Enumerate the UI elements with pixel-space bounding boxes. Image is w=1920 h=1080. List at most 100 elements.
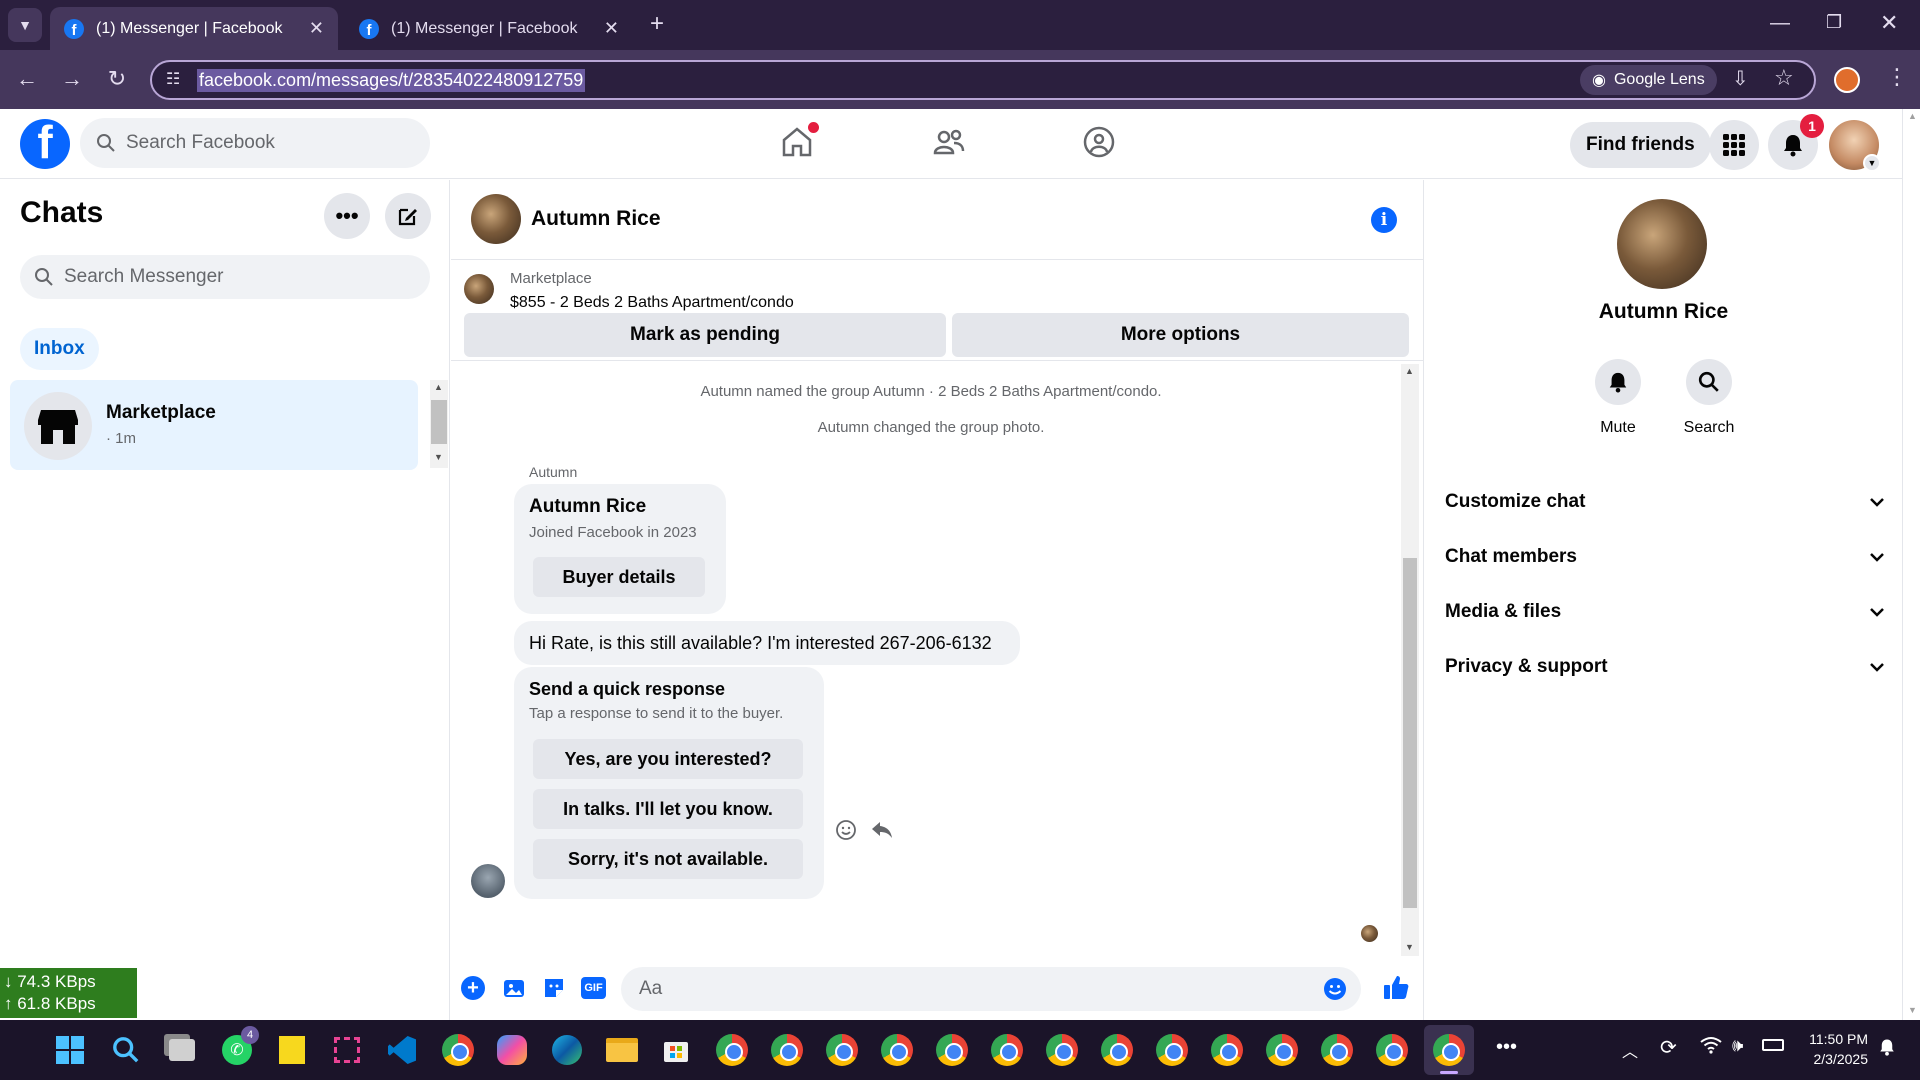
reply-icon[interactable] bbox=[871, 820, 893, 840]
profile-icon[interactable] bbox=[1834, 67, 1860, 93]
sticky-notes-icon[interactable] bbox=[274, 1032, 310, 1068]
conversation-info-button[interactable]: i bbox=[1371, 207, 1397, 233]
thumbs-up-icon[interactable] bbox=[1382, 973, 1410, 1001]
search-action[interactable]: Search bbox=[1679, 359, 1739, 437]
chrome-profile-icon[interactable] bbox=[769, 1032, 805, 1068]
chat-members-section[interactable]: Chat members bbox=[1445, 535, 1885, 579]
chrome-profile-icon[interactable] bbox=[824, 1032, 860, 1068]
contact-profile-name[interactable]: Autumn Rice bbox=[1425, 300, 1902, 324]
facebook-logo[interactable]: f bbox=[20, 119, 70, 169]
new-message-button[interactable] bbox=[385, 193, 431, 239]
privacy-support-section[interactable]: Privacy & support bbox=[1445, 645, 1885, 689]
mute-action[interactable]: Mute bbox=[1590, 359, 1646, 437]
close-tab-icon[interactable]: ✕ bbox=[309, 18, 324, 39]
snipping-tool-icon[interactable] bbox=[329, 1032, 365, 1068]
facebook-search-input[interactable]: Search Facebook bbox=[80, 118, 430, 168]
file-explorer-icon[interactable] bbox=[604, 1032, 640, 1068]
contact-name[interactable]: Autumn Rice bbox=[531, 207, 661, 231]
chrome-profile-icon[interactable] bbox=[989, 1032, 1025, 1068]
page-scrollbar[interactable]: ▲ ▼ bbox=[1902, 109, 1920, 1020]
customize-chat-section[interactable]: Customize chat bbox=[1445, 480, 1885, 524]
url-text[interactable]: facebook.com/messages/t/2835402248091275… bbox=[197, 69, 586, 92]
inbox-filter-tab[interactable]: Inbox bbox=[20, 328, 99, 370]
clock[interactable]: 11:50 PM 2/3/2025 bbox=[1800, 1029, 1868, 1069]
find-friends-button[interactable]: Find friends bbox=[1570, 122, 1711, 168]
groups-nav-icon[interactable] bbox=[1082, 125, 1116, 159]
volume-icon[interactable]: 🕪 bbox=[1732, 1035, 1743, 1056]
media-files-section[interactable]: Media & files bbox=[1445, 590, 1885, 634]
contact-profile-photo[interactable] bbox=[1617, 199, 1707, 289]
task-view-icon[interactable] bbox=[164, 1032, 200, 1068]
buyer-details-button[interactable]: Buyer details bbox=[533, 557, 705, 597]
quick-response-yes-button[interactable]: Yes, are you interested? bbox=[533, 739, 803, 779]
chrome-profile-icon[interactable] bbox=[1044, 1032, 1080, 1068]
chrome-profile-icon[interactable] bbox=[934, 1032, 970, 1068]
install-app-icon[interactable]: ⇩ bbox=[1732, 66, 1749, 91]
quick-response-not-available-button[interactable]: Sorry, it's not available. bbox=[533, 839, 803, 879]
chrome-profile-icon[interactable] bbox=[714, 1032, 750, 1068]
home-nav-icon[interactable] bbox=[780, 122, 819, 159]
mark-as-pending-button[interactable]: Mark as pending bbox=[464, 313, 946, 357]
chrome-profile-icon[interactable] bbox=[1319, 1032, 1355, 1068]
forward-icon[interactable]: → bbox=[57, 64, 87, 94]
chrome-profile-icon[interactable] bbox=[1264, 1032, 1300, 1068]
vscode-icon[interactable] bbox=[384, 1032, 420, 1068]
windows-start-icon[interactable] bbox=[52, 1032, 88, 1068]
chrome-profile-icon[interactable] bbox=[1154, 1032, 1190, 1068]
chrome-profile-icon[interactable] bbox=[1209, 1032, 1245, 1068]
copilot-icon[interactable] bbox=[494, 1032, 530, 1068]
photo-attach-icon[interactable] bbox=[502, 976, 526, 1000]
show-hidden-icons[interactable]: ︿ bbox=[1622, 1038, 1638, 1062]
active-app-highlight[interactable] bbox=[1424, 1025, 1474, 1075]
more-apps-icon[interactable]: ••• bbox=[1496, 1036, 1517, 1059]
close-window-icon[interactable]: ✕ bbox=[1880, 10, 1898, 36]
google-lens-button[interactable]: ◉ Google Lens bbox=[1580, 65, 1717, 95]
react-emoji-icon[interactable] bbox=[835, 819, 857, 841]
close-tab-icon[interactable]: ✕ bbox=[604, 18, 619, 39]
notification-bell-icon[interactable] bbox=[1878, 1037, 1896, 1057]
gif-icon[interactable]: GIF bbox=[581, 977, 606, 999]
contact-avatar[interactable] bbox=[471, 194, 521, 244]
tab-search-button[interactable]: ▼ bbox=[8, 8, 42, 42]
sender-avatar[interactable] bbox=[471, 864, 505, 898]
message-bubble[interactable]: Hi Rate, is this still available? I'm in… bbox=[514, 621, 1020, 665]
chrome-profile-icon[interactable] bbox=[1374, 1032, 1410, 1068]
reload-icon[interactable]: ↻ bbox=[102, 64, 132, 94]
chrome-app-icon[interactable] bbox=[440, 1032, 476, 1068]
emoji-picker-icon[interactable] bbox=[1323, 977, 1347, 1001]
site-info-icon[interactable]: ☷ bbox=[166, 69, 180, 89]
wifi-icon[interactable] bbox=[1700, 1036, 1722, 1054]
search-in-conversation-button[interactable] bbox=[1686, 359, 1732, 405]
sync-icon[interactable]: ⟳ bbox=[1660, 1035, 1677, 1060]
minimize-window-icon[interactable]: — bbox=[1770, 12, 1790, 35]
chrome-profile-icon[interactable] bbox=[1099, 1032, 1135, 1068]
browser-menu-icon[interactable]: ⋮ bbox=[1886, 64, 1908, 90]
address-bar[interactable]: ☷ facebook.com/messages/t/28354022480912… bbox=[150, 60, 1816, 100]
listing-thumbnail[interactable] bbox=[464, 274, 494, 304]
message-input[interactable]: Aa bbox=[621, 967, 1361, 1011]
tab-messenger-2[interactable]: f (1) Messenger | Facebook ✕ bbox=[345, 7, 633, 50]
taskbar-search-icon[interactable] bbox=[108, 1032, 144, 1068]
thread-item-marketplace[interactable]: Marketplace · 1m bbox=[10, 380, 418, 470]
more-options-button[interactable]: More options bbox=[952, 313, 1409, 357]
messages-scrollbar[interactable]: ▲ ▼ bbox=[1401, 364, 1419, 956]
listing-title[interactable]: $855 - 2 Beds 2 Baths Apartment/condo bbox=[510, 294, 794, 312]
mute-button[interactable] bbox=[1595, 359, 1641, 405]
plus-icon[interactable]: + bbox=[461, 976, 485, 1000]
friends-nav-icon[interactable] bbox=[932, 125, 966, 159]
edge-icon[interactable] bbox=[549, 1032, 585, 1068]
menu-grid-button[interactable] bbox=[1709, 120, 1759, 170]
tab-messenger-1[interactable]: f (1) Messenger | Facebook ✕ bbox=[50, 7, 338, 50]
bookmark-star-icon[interactable]: ☆ bbox=[1774, 65, 1794, 91]
chrome-profile-icon[interactable] bbox=[879, 1032, 915, 1068]
battery-icon[interactable] bbox=[1762, 1039, 1784, 1051]
sticker-icon[interactable] bbox=[542, 976, 566, 1000]
search-messenger-input[interactable]: Search Messenger bbox=[20, 255, 430, 299]
quick-response-in-talks-button[interactable]: In talks. I'll let you know. bbox=[533, 789, 803, 829]
threads-scrollbar[interactable]: ▲ ▼ bbox=[430, 380, 448, 468]
whatsapp-icon[interactable]: ✆ 4 bbox=[219, 1026, 259, 1068]
notifications-button[interactable]: 1 bbox=[1768, 114, 1824, 170]
restore-window-icon[interactable]: ❐ bbox=[1826, 12, 1842, 33]
chat-options-button[interactable]: ••• bbox=[324, 193, 370, 239]
microsoft-store-icon[interactable] bbox=[658, 1032, 694, 1068]
